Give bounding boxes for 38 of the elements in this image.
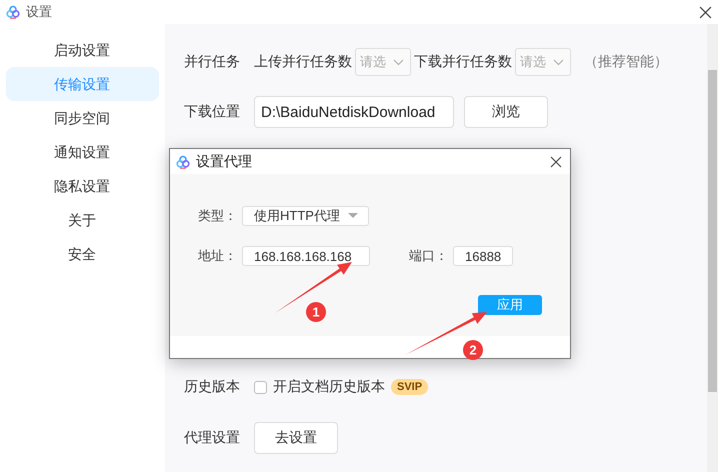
field-label: 类型： [198,207,238,225]
address-field[interactable]: 168.168.168.168 [242,246,370,266]
dropdown-arrow-icon [348,213,358,219]
setting-label: 并行任务 [184,53,241,71]
annotation-number: 2 [469,342,477,358]
sidebar-item[interactable]: 同步空间 [6,101,159,135]
dialog-title: 设置代理 [196,152,253,170]
app-logo-icon [6,5,20,19]
port-field[interactable]: 16888 [453,246,513,266]
hint-text: （推荐智能） [584,53,668,71]
app-logo-icon [176,154,190,168]
proxy-settings-button[interactable]: 去设置 [254,422,338,454]
field-label: 下载并行任务数 [414,53,512,71]
checkbox-label: 开启文档历史版本 [273,378,385,396]
path-field[interactable]: D:\BaiduNetdiskDownload [254,96,454,128]
field-label: 上传并行任务数 [254,53,352,71]
sidebar-item[interactable]: 关于 [6,203,159,237]
close-icon[interactable] [699,6,712,18]
sidebar-item[interactable]: 通知设置 [6,135,159,169]
svip-badge: SVIP [391,379,428,395]
setting-label: 代理设置 [184,429,241,447]
annotation-number: 1 [312,304,320,320]
sidebar-item[interactable]: 启动设置 [6,33,159,67]
chevron-down-icon [393,58,404,66]
number-marker-background [463,340,483,360]
type-dropdown[interactable]: 使用HTTP代理 [242,206,369,226]
chevron-down-icon [553,58,564,66]
field-label: 地址： [198,247,238,265]
window-title: 设置 [26,3,53,21]
close-icon[interactable] [550,156,562,168]
checkbox[interactable] [254,380,267,394]
browse-button[interactable]: 浏览 [464,96,548,128]
field-label: 端口： [409,247,449,265]
number-marker-background [306,302,326,322]
setting-label: 下载位置 [184,103,241,121]
sidebar-item[interactable]: 安全 [6,237,159,271]
setting-label: 历史版本 [184,378,241,396]
sidebar-item[interactable]: 隐私设置 [6,169,159,203]
